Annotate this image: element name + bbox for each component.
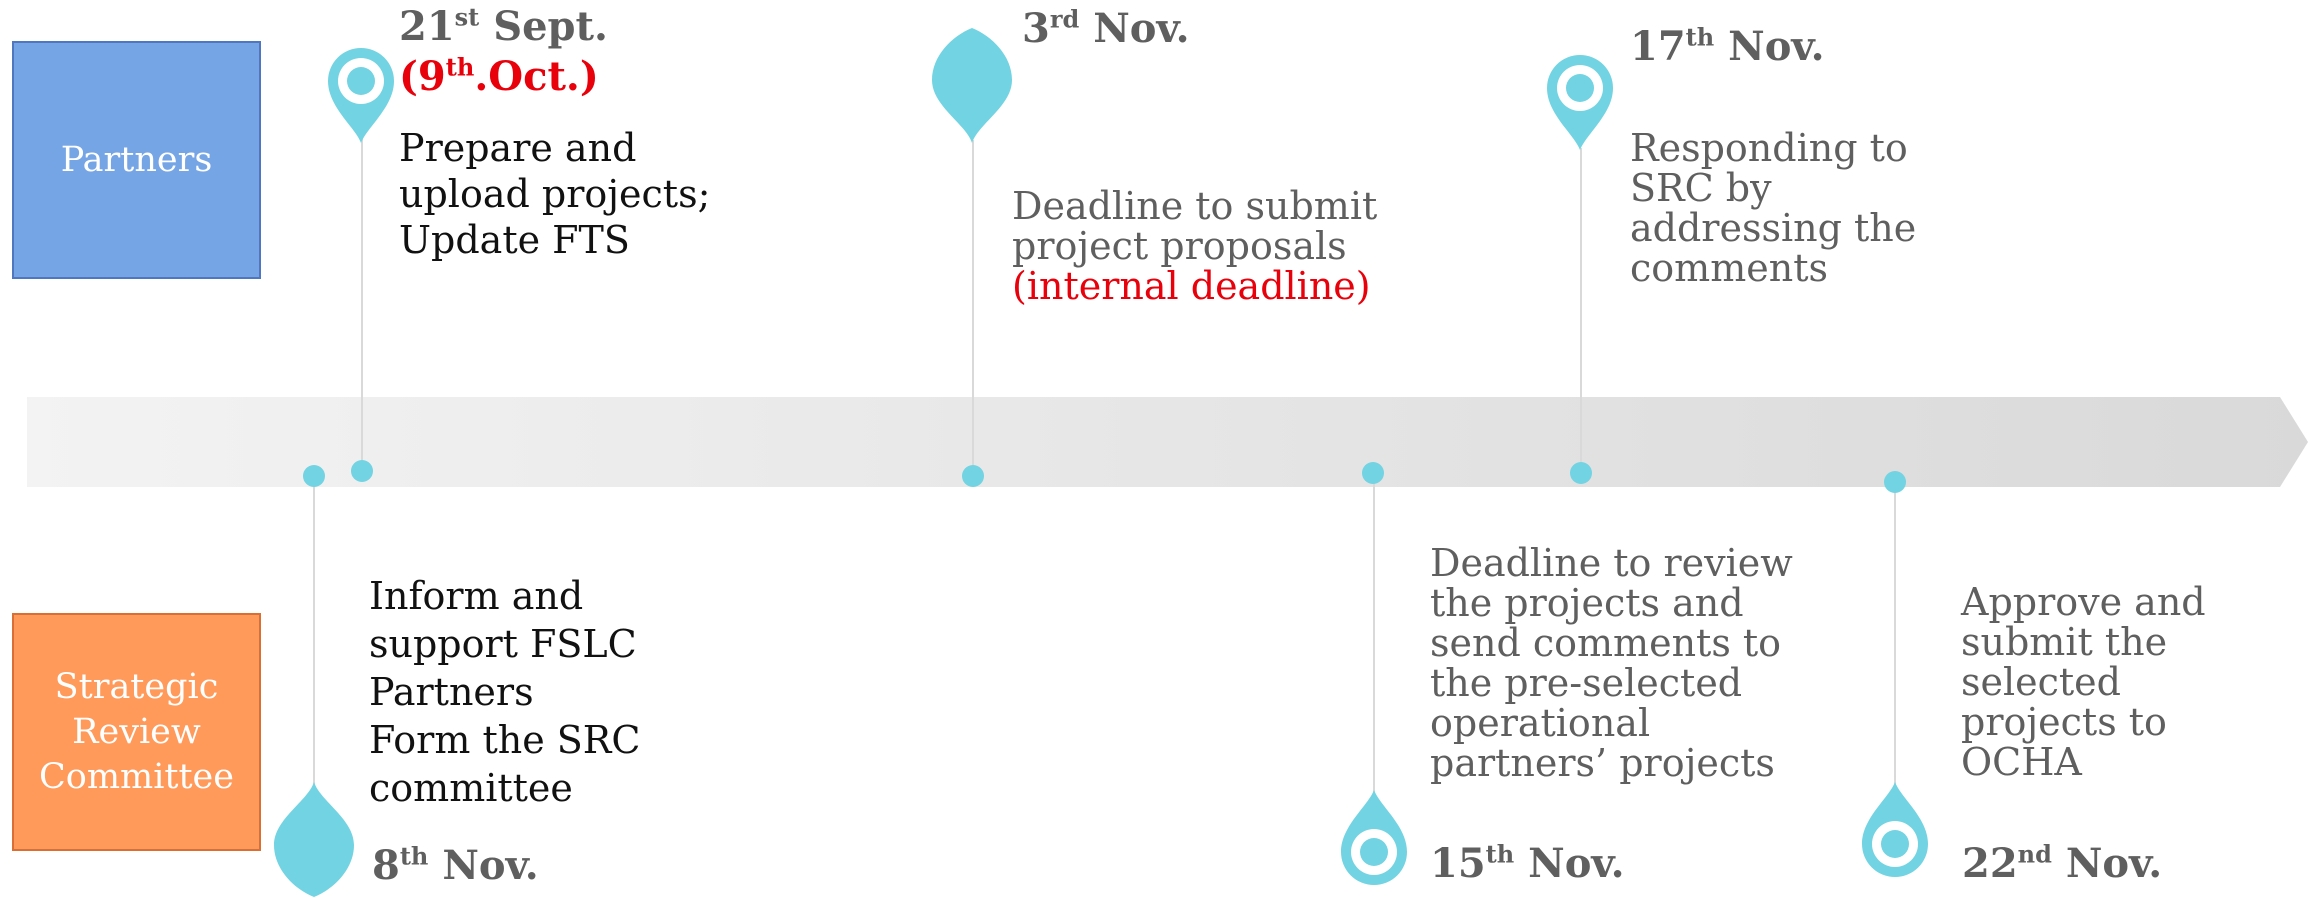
event-text-line: Deadline to submit xyxy=(1012,184,1378,228)
timeline-dot xyxy=(351,460,373,482)
event-text-line: comments xyxy=(1630,246,1828,290)
date-number: 22 xyxy=(1962,840,2018,887)
date-ordinal: nd xyxy=(2017,839,2052,869)
date-ordinal: th xyxy=(399,841,429,871)
event-text-line: Deadline to review xyxy=(1430,541,1793,585)
location-pin-icon xyxy=(1862,782,1928,877)
date-number: 3 xyxy=(1022,5,1050,52)
date-ordinal: th xyxy=(1685,22,1715,52)
event-text-nov17: Responding to SRC by addressing the comm… xyxy=(1630,128,1916,288)
date-number: 8 xyxy=(372,842,400,889)
location-pin-icon xyxy=(1547,55,1613,150)
event-text-line: Prepare and xyxy=(399,126,637,170)
stem-sept21 xyxy=(361,135,363,470)
event-text-line: submit the xyxy=(1961,620,2168,664)
date-number: 15 xyxy=(1430,840,1486,887)
event-date-nov15: 15th Nov. xyxy=(1430,840,1625,888)
date-number: 17 xyxy=(1630,23,1686,70)
date-month: Nov. xyxy=(2065,840,2163,887)
event-text-line: project proposals xyxy=(1012,224,1347,268)
event-date-alt-oct9: (9th.Oct.) xyxy=(399,53,599,101)
stem-nov8 xyxy=(313,475,315,787)
event-text-line: projects to xyxy=(1961,700,2167,744)
date-number: (9 xyxy=(399,53,446,100)
event-text-line: the pre-selected xyxy=(1430,661,1743,705)
drop-pin-icon xyxy=(932,28,1012,143)
date-ordinal: st xyxy=(454,2,480,32)
timeline-dot xyxy=(1362,462,1384,484)
stem-nov3 xyxy=(972,140,974,475)
date-month: Nov. xyxy=(442,842,539,889)
event-text-line: SRC by xyxy=(1630,166,1772,210)
location-pin-icon xyxy=(1341,790,1407,885)
date-number: 21 xyxy=(399,3,455,50)
event-text-line: upload projects; xyxy=(399,172,711,216)
stem-nov22 xyxy=(1894,482,1896,787)
event-text-line: Partners xyxy=(369,670,534,714)
event-text-line: Inform and xyxy=(369,574,584,618)
event-date-nov22: 22nd Nov. xyxy=(1962,840,2162,888)
event-text-nov22: Approve and submit the selected projects… xyxy=(1961,582,2206,782)
event-date-sept21: 21st Sept. xyxy=(399,3,608,51)
date-ordinal: th xyxy=(445,52,475,82)
event-text-nov3: Deadline to submit project proposals (in… xyxy=(1012,186,1377,306)
event-text-line: Form the SRC xyxy=(369,718,641,762)
event-text-line: Update FTS xyxy=(399,218,630,262)
event-text-nov15: Deadline to review the projects and send… xyxy=(1430,543,1793,783)
date-ordinal: rd xyxy=(1049,4,1080,34)
event-text-line: OCHA xyxy=(1961,740,2082,784)
event-text-line: selected xyxy=(1961,660,2121,704)
event-date-nov8: 8th Nov. xyxy=(372,842,539,890)
event-text-sept21: Prepare and upload projects; Update FTS xyxy=(399,125,710,263)
event-text-line: the projects and xyxy=(1430,581,1744,625)
stem-nov15 xyxy=(1373,473,1375,795)
event-text-line: Approve and xyxy=(1961,580,2206,624)
event-text-line: send comments to xyxy=(1430,621,1782,665)
date-month: Nov. xyxy=(1093,5,1190,52)
event-text-note: (internal deadline) xyxy=(1012,264,1371,308)
date-month: Nov. xyxy=(1528,840,1625,887)
stem-nov17 xyxy=(1580,148,1582,473)
event-date-nov3: 3rd Nov. xyxy=(1022,5,1190,53)
event-text-line: support FSLC xyxy=(369,622,637,666)
event-text-line: committee xyxy=(369,766,573,810)
date-month: .Oct.) xyxy=(474,53,599,100)
timeline-dot xyxy=(1884,471,1906,493)
date-month: Sept. xyxy=(493,3,608,50)
timeline-dot xyxy=(1570,462,1592,484)
date-month: Nov. xyxy=(1728,23,1825,70)
location-pin-icon xyxy=(328,48,394,143)
drop-pin-icon xyxy=(274,782,354,897)
event-text-line: addressing the xyxy=(1630,206,1917,250)
event-text-nov8: Inform and support FSLC Partners Form th… xyxy=(369,572,640,812)
event-date-nov17: 17th Nov. xyxy=(1630,23,1825,71)
date-ordinal: th xyxy=(1485,839,1515,869)
event-text-line: Responding to xyxy=(1630,126,1908,170)
timeline-dot xyxy=(303,465,325,487)
event-text-line: operational xyxy=(1430,701,1651,745)
timeline-dot xyxy=(962,465,984,487)
event-text-line: partners’ projects xyxy=(1430,741,1775,785)
